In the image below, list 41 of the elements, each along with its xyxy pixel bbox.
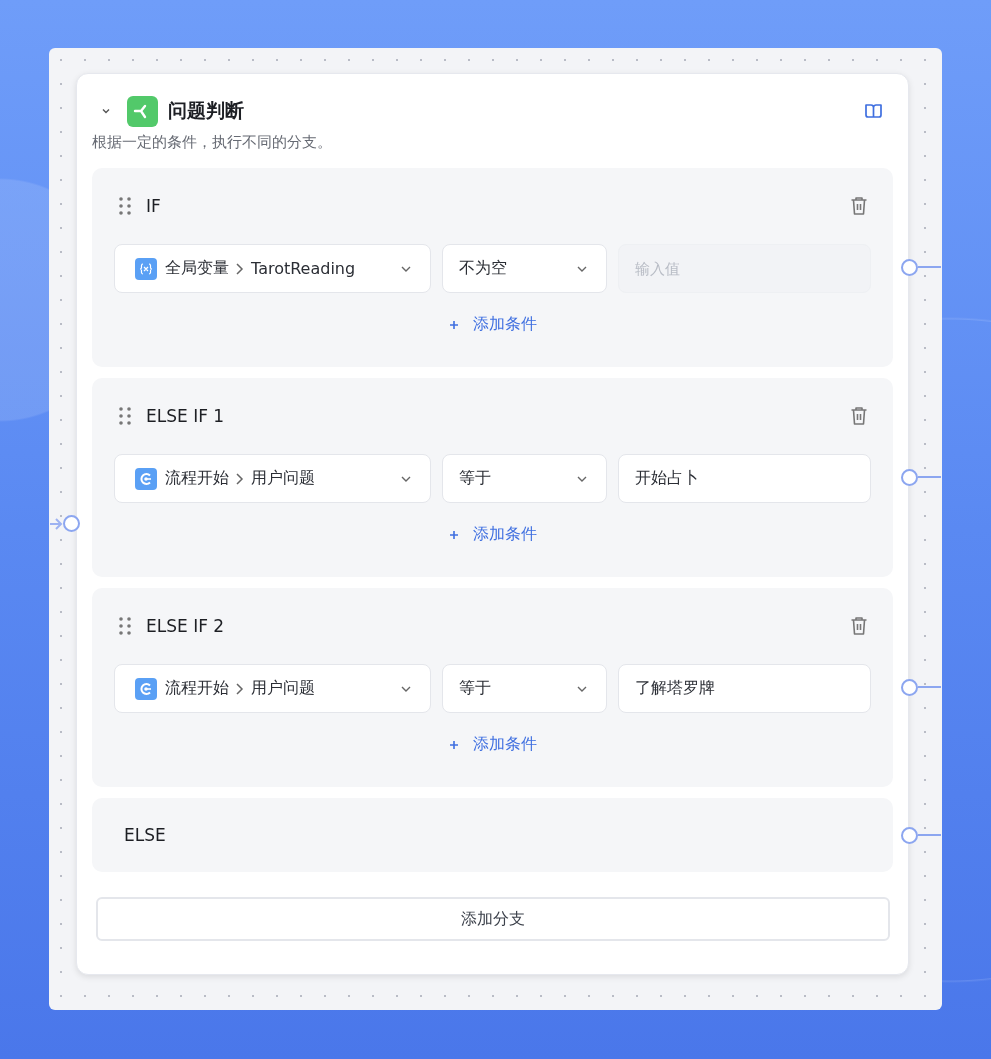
node-description: 根据一定的条件，执行不同的分支。: [92, 133, 333, 153]
input-port[interactable]: [63, 515, 80, 532]
drag-handle-icon[interactable]: [118, 406, 132, 426]
variable-icon: [135, 257, 157, 280]
add-condition-button[interactable]: 添加条件: [444, 732, 541, 757]
add-branch-button[interactable]: 添加分支: [96, 897, 890, 941]
variable-select[interactable]: 全局变量 TarotReading: [114, 244, 432, 293]
branch-icon: [127, 95, 158, 127]
chevron-right-icon: [235, 681, 245, 696]
branch-label: ELSE IF 1: [146, 406, 225, 426]
operator-select[interactable]: 等于: [442, 454, 607, 503]
plus-icon: [448, 319, 459, 330]
node-title: 问题判断: [168, 98, 244, 123]
output-port[interactable]: [901, 826, 941, 844]
value-field[interactable]: 了解塔罗牌: [617, 664, 871, 713]
book-icon[interactable]: [864, 103, 883, 119]
branch-label: IF: [146, 196, 161, 216]
output-port[interactable]: [901, 678, 941, 696]
chevron-right-icon: [235, 261, 245, 276]
trash-icon[interactable]: [850, 406, 868, 426]
output-port[interactable]: [901, 468, 941, 486]
drag-handle-icon[interactable]: [118, 196, 132, 216]
operator-select[interactable]: 等于: [442, 664, 607, 713]
trash-icon[interactable]: [850, 616, 868, 636]
drag-handle-icon[interactable]: [118, 616, 132, 636]
start-icon: [135, 467, 157, 490]
plus-icon: [448, 739, 459, 750]
branch-label: ELSE: [124, 825, 166, 845]
plus-icon: [448, 529, 459, 540]
chevron-right-icon: [235, 471, 245, 486]
value-field[interactable]: 开始占卜: [617, 454, 871, 503]
trash-icon[interactable]: [850, 196, 868, 216]
output-port[interactable]: [901, 258, 941, 276]
branch-label: ELSE IF 2: [146, 616, 225, 636]
variable-select[interactable]: 流程开始 用户问题: [114, 664, 432, 713]
operator-select[interactable]: 不为空: [442, 244, 607, 293]
add-condition-button[interactable]: 添加条件: [444, 522, 541, 547]
start-icon: [135, 677, 157, 700]
add-condition-button[interactable]: 添加条件: [444, 312, 541, 337]
variable-select[interactable]: 流程开始 用户问题: [114, 454, 432, 503]
arrow-icon: [49, 516, 63, 531]
